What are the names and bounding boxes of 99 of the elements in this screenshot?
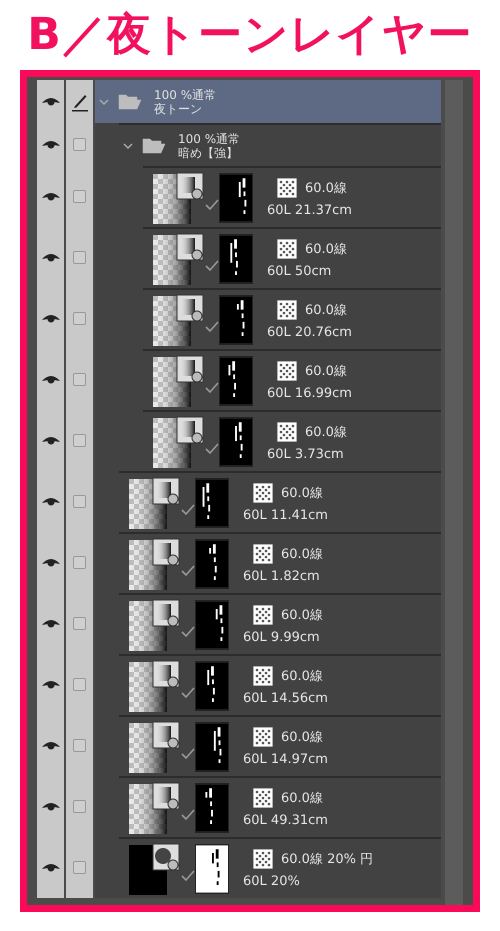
eye-icon[interactable] <box>40 556 60 568</box>
check-icon <box>205 320 219 332</box>
layer-row[interactable]: 60.0線 60L 1.82cm <box>95 532 441 593</box>
checkbox[interactable] <box>73 861 86 874</box>
checkbox[interactable] <box>73 138 86 151</box>
folder-icon <box>142 136 166 154</box>
blend-mode-label: 100 %通常 <box>154 88 216 102</box>
eye-icon[interactable] <box>40 434 60 446</box>
checkbox[interactable] <box>73 495 86 508</box>
check-icon <box>181 808 195 820</box>
layer-name: 60L 14.56cm <box>243 692 328 705</box>
dot-pattern-icon <box>277 361 297 381</box>
layer-row[interactable]: 60.0線 60L 16.99cm <box>95 349 441 410</box>
eye-icon[interactable] <box>40 496 60 508</box>
check-icon <box>181 870 195 882</box>
dot-pattern-icon <box>277 300 297 320</box>
layer-row[interactable]: 60.0線 60L 14.56cm <box>95 654 441 715</box>
eye-icon[interactable] <box>40 190 60 202</box>
dot-pattern-icon <box>253 483 273 503</box>
layer-row[interactable]: 100 %通常 暗め【強】 <box>95 123 441 166</box>
eye-icon[interactable] <box>40 618 60 630</box>
folder-name: 暗め【強】 <box>178 146 239 160</box>
dot-pattern-icon <box>277 239 297 259</box>
tone-label: 60.0線 <box>305 426 347 438</box>
tone-label: 60.0線 <box>305 182 347 194</box>
tone-label: 60.0線 <box>281 486 323 500</box>
dot-pattern-icon <box>253 544 273 564</box>
eye-icon[interactable] <box>40 862 60 874</box>
eye-icon[interactable] <box>40 800 60 812</box>
layer-row[interactable]: 60.0線 60L 14.97cm <box>95 715 441 776</box>
layer-row[interactable]: 60.0線 60L 21.37cm <box>95 166 441 227</box>
tone-label: 60.0線 <box>281 548 323 560</box>
dot-pattern-icon <box>253 727 273 747</box>
dot-pattern-icon <box>253 788 273 808</box>
tone-label: 60.0線 <box>305 242 347 256</box>
check-icon <box>205 382 219 394</box>
layer-row[interactable]: 60.0線 60L 9.99cm <box>95 593 441 654</box>
checkbox[interactable] <box>73 251 86 264</box>
blend-mode-label: 100 %通常 <box>178 132 240 146</box>
check-icon <box>181 686 195 698</box>
checkbox[interactable] <box>73 678 86 691</box>
checkbox[interactable] <box>73 434 86 447</box>
tone-label: 60.0線 20% 円 <box>281 852 374 866</box>
tone-label: 60.0線 <box>305 304 347 316</box>
chevron-icon[interactable] <box>99 98 109 106</box>
check-icon <box>181 626 195 638</box>
check-icon <box>181 748 195 760</box>
eye-icon[interactable] <box>40 740 60 752</box>
eye-icon[interactable] <box>40 96 60 108</box>
checkbox[interactable] <box>73 373 86 386</box>
dot-pattern-icon <box>253 849 273 869</box>
dot-pattern-icon <box>253 605 273 625</box>
layer-name: 60L 21.37cm <box>267 204 352 217</box>
dot-pattern-icon <box>253 666 273 686</box>
eye-icon[interactable] <box>40 374 60 386</box>
layer-name: 60L 11.41cm <box>243 509 328 522</box>
layer-row[interactable]: 60.0線 60L 11.41cm <box>95 471 441 532</box>
layer-name: 60L 20% <box>243 875 301 888</box>
folder-name: 夜トーン <box>154 102 203 116</box>
check-icon <box>181 564 195 576</box>
eye-icon[interactable] <box>40 312 60 324</box>
chevron-icon[interactable] <box>123 142 133 150</box>
tone-layer-icon <box>129 842 181 894</box>
layer-name: 60L 16.99cm <box>267 387 352 400</box>
dot-pattern-icon <box>277 178 297 198</box>
folder-icon <box>118 92 142 110</box>
check-icon <box>205 198 219 210</box>
tone-label: 60.0線 <box>281 792 323 804</box>
checkbox[interactable] <box>73 800 86 813</box>
tone-label: 60.0線 <box>281 608 323 622</box>
layer-row[interactable]: 60.0線 60L 20.76cm <box>95 288 441 349</box>
layer-name: 60L 50cm <box>267 265 332 278</box>
tone-label: 60.0線 <box>281 730 323 744</box>
layer-name: 60L 20.76cm <box>267 326 352 339</box>
layer-name: 60L 1.82cm <box>243 570 321 583</box>
checkbox[interactable] <box>73 556 86 569</box>
layer-name: 60L 3.73cm <box>267 448 345 461</box>
checkbox[interactable] <box>73 190 86 203</box>
checkbox[interactable] <box>73 739 86 752</box>
tone-label: 60.0線 <box>305 364 347 378</box>
layer-name: 60L 14.97cm <box>243 753 328 766</box>
check-icon <box>205 442 219 454</box>
layer-row[interactable]: 60.0線 20% 円 60L 20% <box>95 837 441 898</box>
panel-heading: B／夜トーンレイヤー <box>27 8 473 62</box>
layer-name: 60L 9.99cm <box>243 631 321 644</box>
layer-name: 60L 49.31cm <box>243 814 328 827</box>
layer-row[interactable]: 60.0線 60L 3.73cm <box>95 410 441 471</box>
layer-row[interactable]: 100 %通常 夜トーン <box>95 80 441 123</box>
tone-label: 60.0線 <box>281 670 323 682</box>
eye-icon[interactable] <box>40 138 60 150</box>
eye-icon[interactable] <box>40 678 60 690</box>
dot-pattern-icon <box>277 422 297 442</box>
check-icon <box>205 260 219 272</box>
eye-icon[interactable] <box>40 252 60 264</box>
checkbox[interactable] <box>73 617 86 630</box>
layer-row[interactable]: 60.0線 60L 49.31cm <box>95 776 441 837</box>
layer-row[interactable]: 60.0線 60L 50cm <box>95 227 441 288</box>
check-icon <box>181 504 195 516</box>
checkbox[interactable] <box>73 312 86 325</box>
